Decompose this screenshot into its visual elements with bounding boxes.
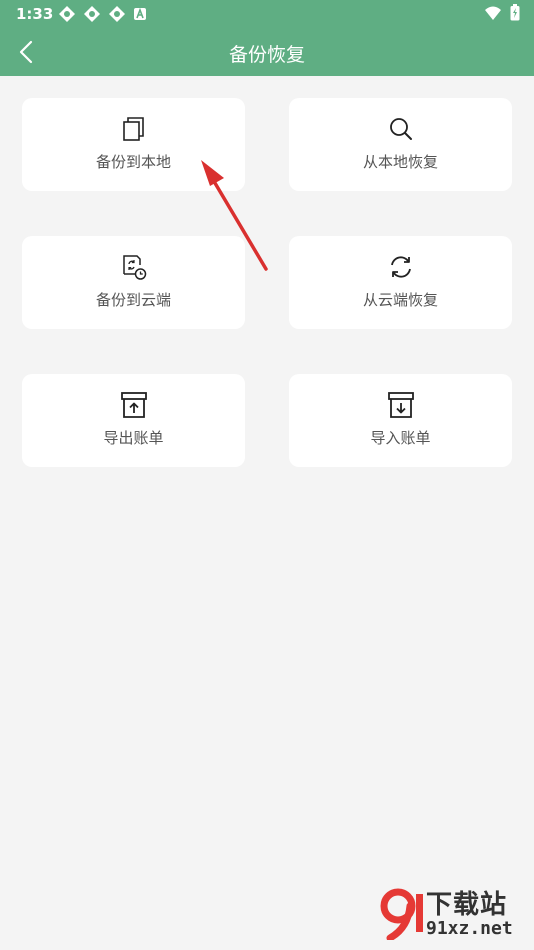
wifi-icon [485, 6, 501, 20]
watermark: 下载站 91xz.net [378, 884, 528, 944]
status-bar: 1:33 [0, 0, 534, 28]
top-bar: 1:33 备份恢复 [0, 0, 534, 76]
sync-icon [390, 256, 411, 278]
status-system-icons [484, 4, 520, 21]
export-box-icon [120, 392, 147, 418]
battery-icon [510, 4, 520, 21]
status-time: 1:33 [16, 5, 54, 23]
import-bill-button[interactable]: 导入账单 [289, 374, 512, 467]
app-notification-icon [109, 6, 125, 22]
backup-local-button[interactable]: 备份到本地 [22, 98, 245, 191]
watermark-domain: 91xz.net [426, 918, 513, 939]
app-notification-icon [84, 6, 100, 22]
keyboard-notification-icon [134, 7, 146, 20]
app-notification-icon [59, 6, 75, 22]
cloud-backup-icon [122, 255, 146, 280]
watermark-title: 下载站 [426, 890, 508, 920]
card-label: 备份到本地 [95, 153, 171, 171]
search-icon [389, 118, 412, 140]
card-label: 导出账单 [103, 429, 164, 447]
watermark-logo-icon [380, 888, 423, 940]
status-notification-icons [58, 5, 147, 23]
card-label: 从本地恢复 [362, 153, 438, 171]
restore-local-button[interactable]: 从本地恢复 [289, 98, 512, 191]
page-title: 备份恢复 [228, 44, 305, 66]
export-bill-button[interactable]: 导出账单 [22, 374, 245, 467]
card-label: 导入账单 [370, 429, 431, 447]
backup-cloud-button[interactable]: 备份到云端 [22, 236, 245, 329]
import-box-icon [387, 392, 414, 418]
card-label: 从云端恢复 [362, 291, 438, 309]
copy-icon [122, 117, 144, 141]
restore-cloud-button[interactable]: 从云端恢复 [289, 236, 512, 329]
card-label: 备份到云端 [95, 291, 171, 309]
